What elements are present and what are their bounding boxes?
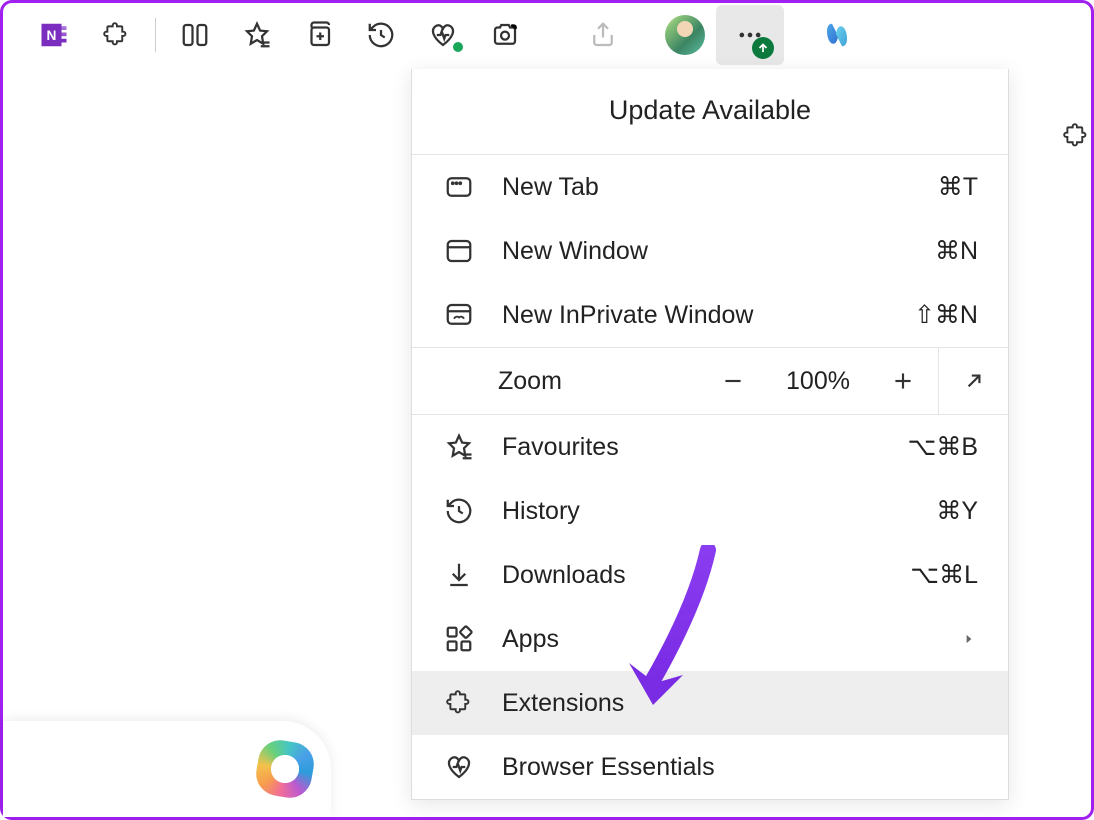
menu-label: Extensions [502, 689, 978, 718]
history-clock-icon[interactable] [350, 7, 412, 63]
update-available-badge [752, 37, 774, 59]
menu-shortcut: ⇧⌘N [914, 300, 978, 330]
menu-label: New InPrivate Window [502, 301, 914, 330]
downloads-icon [442, 558, 476, 592]
menu-label: New Window [502, 237, 935, 266]
apps-icon [442, 622, 476, 656]
extensions-icon [442, 686, 476, 720]
menu-label: Browser Essentials [502, 753, 978, 782]
menu-label: History [502, 497, 936, 526]
menu-label: Apps [502, 625, 960, 654]
screenshot-camera-icon[interactable] [474, 7, 536, 63]
extensions-puzzle-icon[interactable] [85, 7, 147, 63]
menu-item-new-inprivate[interactable]: New InPrivate Window ⇧⌘N [412, 283, 1008, 347]
zoom-out-button[interactable] [698, 347, 768, 415]
history-icon [442, 494, 476, 528]
menu-item-favourites[interactable]: Favourites ⌥⌘B [412, 415, 1008, 479]
menu-shortcut: ⌘Y [936, 496, 978, 526]
zoom-label: Zoom [412, 367, 698, 396]
new-window-icon [442, 234, 476, 268]
zoom-value: 100% [768, 367, 868, 396]
menu-item-apps[interactable]: Apps [412, 607, 1008, 671]
settings-menu: Update Available New Tab ⌘T New Window ⌘… [411, 69, 1009, 800]
copilot-icon[interactable] [806, 7, 868, 63]
favourites-star-icon[interactable] [226, 7, 288, 63]
essentials-icon [442, 750, 476, 784]
zoom-in-button[interactable] [868, 347, 938, 415]
favourites-icon [442, 430, 476, 464]
menu-item-new-window[interactable]: New Window ⌘N [412, 219, 1008, 283]
sidebar-extensions-icon[interactable] [1061, 121, 1091, 156]
share-icon[interactable] [572, 7, 634, 63]
copilot-logo-icon [253, 737, 318, 802]
menu-shortcut: ⌘N [935, 236, 978, 266]
menu-item-downloads[interactable]: Downloads ⌥⌘L [412, 543, 1008, 607]
menu-item-extensions[interactable]: Extensions [412, 671, 1008, 735]
profile-avatar[interactable] [654, 7, 716, 63]
menu-shortcut: ⌘T [938, 172, 978, 202]
menu-header-update[interactable]: Update Available [412, 69, 1008, 155]
onenote-icon[interactable]: N [23, 7, 85, 63]
menu-label: Downloads [502, 561, 910, 590]
menu-label: Favourites [502, 433, 908, 462]
menu-item-new-tab[interactable]: New Tab ⌘T [412, 155, 1008, 219]
more-menu-button[interactable] [716, 5, 784, 65]
toolbar-divider [155, 18, 156, 52]
new-tab-icon [442, 170, 476, 204]
status-ok-badge [452, 41, 464, 53]
menu-item-browser-essentials[interactable]: Browser Essentials [412, 735, 1008, 799]
split-screen-icon[interactable] [164, 7, 226, 63]
menu-zoom-row: Zoom 100% [412, 347, 1008, 415]
menu-item-history[interactable]: History ⌘Y [412, 479, 1008, 543]
menu-shortcut: ⌥⌘L [910, 560, 978, 590]
browser-essentials-heart-icon[interactable] [412, 7, 474, 63]
inprivate-icon [442, 298, 476, 332]
collections-icon[interactable] [288, 7, 350, 63]
menu-shortcut: ⌥⌘B [908, 432, 978, 462]
browser-toolbar: N [3, 3, 1091, 67]
copilot-chat-button[interactable] [3, 721, 331, 817]
submenu-arrow-icon [960, 632, 978, 646]
menu-label: New Tab [502, 173, 938, 202]
svg-text:N: N [47, 28, 57, 43]
fullscreen-button[interactable] [938, 347, 1008, 415]
